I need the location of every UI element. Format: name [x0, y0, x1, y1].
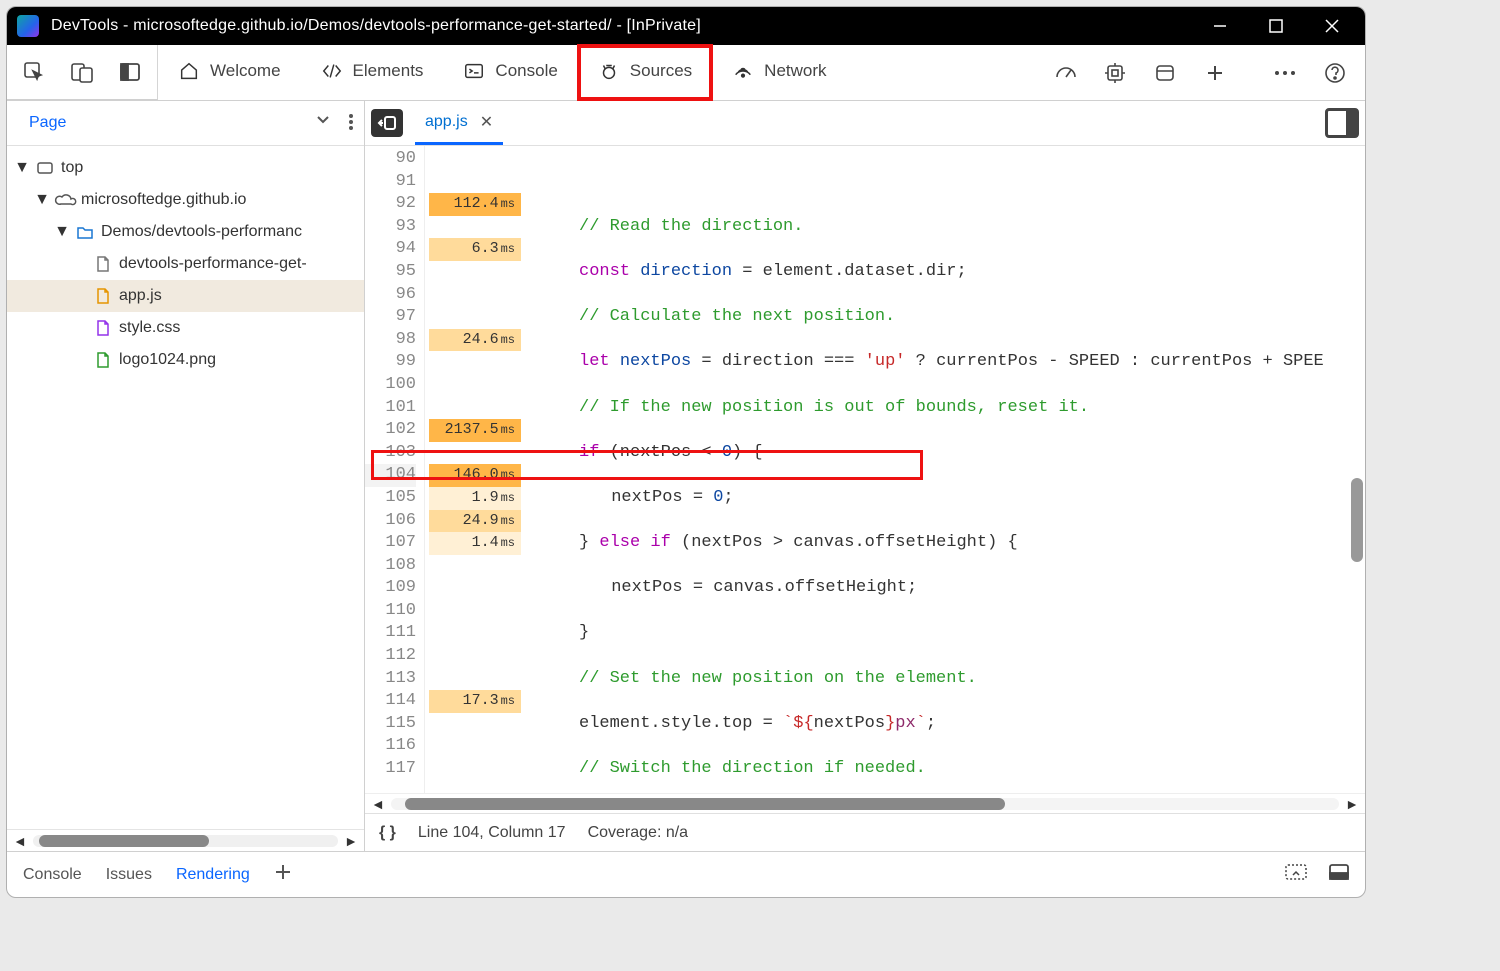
- drawer-tab-rendering[interactable]: Rendering: [176, 866, 250, 884]
- add-tab-icon[interactable]: [1201, 59, 1229, 87]
- editor-tab-appjs[interactable]: app.js✕: [415, 101, 503, 145]
- editor-pane: app.js✕ 90919293949596979899100101102103…: [365, 101, 1365, 851]
- dock-side-icon[interactable]: [115, 57, 145, 87]
- window-title: DevTools - microsoftedge.github.io/Demos…: [51, 17, 701, 35]
- devtools-window: DevTools - microsoftedge.github.io/Demos…: [6, 6, 1366, 898]
- application-icon[interactable]: [1151, 59, 1179, 87]
- file-tree: ▼top ▼microsoftedge.github.io ▼Demos/dev…: [7, 146, 364, 829]
- minimize-button[interactable]: [1207, 13, 1233, 39]
- drawer-expand-icon[interactable]: [1285, 864, 1307, 885]
- maximize-button[interactable]: [1263, 13, 1289, 39]
- inspect-cluster: [7, 45, 158, 100]
- device-toggle-icon[interactable]: [67, 57, 97, 87]
- editor-vscroll[interactable]: [1351, 246, 1363, 786]
- cursor-position: Line 104, Column 17: [418, 824, 566, 842]
- toggle-debugger-button[interactable]: [1325, 108, 1359, 138]
- tree-top[interactable]: ▼top: [7, 152, 364, 184]
- sidebar-hscroll[interactable]: ◄►: [7, 829, 364, 851]
- editor-status: { } Line 104, Column 17 Coverage: n/a: [365, 813, 1365, 851]
- nav-back-button[interactable]: [371, 109, 403, 137]
- tab-console[interactable]: Console: [443, 45, 577, 100]
- more-vertical-icon[interactable]: [348, 113, 354, 134]
- tree-file-png[interactable]: logo1024.png: [7, 344, 364, 376]
- edge-logo-icon: [17, 15, 39, 37]
- tab-welcome[interactable]: Welcome: [158, 45, 301, 100]
- editor-hscroll[interactable]: ◄►: [365, 793, 1365, 813]
- tree-file-css[interactable]: style.css: [7, 312, 364, 344]
- code-area[interactable]: 9091929394959697989910010110210310410510…: [365, 146, 1365, 793]
- close-button[interactable]: [1319, 13, 1345, 39]
- drawer-tabs: Console Issues Rendering: [7, 851, 1365, 897]
- devtools-tabs: Welcome Elements Console Sources Network: [158, 45, 847, 100]
- more-icon[interactable]: [1271, 59, 1299, 87]
- devtools-tabs-row: Welcome Elements Console Sources Network: [7, 45, 1365, 101]
- performance-icon[interactable]: [1051, 59, 1079, 87]
- chevron-down-icon[interactable]: [316, 113, 330, 134]
- inspect-element-icon[interactable]: [19, 57, 49, 87]
- drawer-tab-console[interactable]: Console: [23, 866, 82, 884]
- titlebar: DevTools - microsoftedge.github.io/Demos…: [7, 7, 1365, 45]
- coverage-label: Coverage: n/a: [588, 824, 689, 842]
- pretty-print-button[interactable]: { }: [379, 824, 396, 842]
- tab-welcome-label: Welcome: [210, 61, 281, 81]
- timing-gutter: 112.4ms 6.3ms 24.6ms 2137.5ms 146.0ms 1.…: [425, 146, 525, 793]
- sidebar-page-label[interactable]: Page: [17, 108, 78, 138]
- tree-folder[interactable]: ▼Demos/devtools-performanc: [7, 216, 364, 248]
- tab-elements[interactable]: Elements: [301, 45, 444, 100]
- tab-console-label: Console: [495, 61, 557, 81]
- memory-icon[interactable]: [1101, 59, 1129, 87]
- tree-file-html[interactable]: devtools-performance-get-: [7, 248, 364, 280]
- tab-sources-label: Sources: [630, 61, 692, 81]
- line-gutter: 9091929394959697989910010110210310410510…: [365, 146, 425, 793]
- help-icon[interactable]: [1321, 59, 1349, 87]
- drawer-tab-issues[interactable]: Issues: [106, 866, 152, 884]
- tree-domain[interactable]: ▼microsoftedge.github.io: [7, 184, 364, 216]
- tab-network-label: Network: [764, 61, 826, 81]
- code-content[interactable]: // Read the direction. const direction =…: [525, 146, 1365, 793]
- add-drawer-tab-icon[interactable]: [274, 863, 292, 886]
- drawer-dock-icon[interactable]: [1329, 864, 1349, 885]
- tab-elements-label: Elements: [353, 61, 424, 81]
- sources-sidebar: Page ▼top ▼microsoftedge.github.io ▼Demo…: [7, 101, 365, 851]
- tab-network[interactable]: Network: [712, 45, 846, 100]
- tab-sources[interactable]: Sources: [578, 45, 712, 100]
- close-icon[interactable]: ✕: [480, 112, 493, 132]
- tree-file-appjs[interactable]: app.js: [7, 280, 364, 312]
